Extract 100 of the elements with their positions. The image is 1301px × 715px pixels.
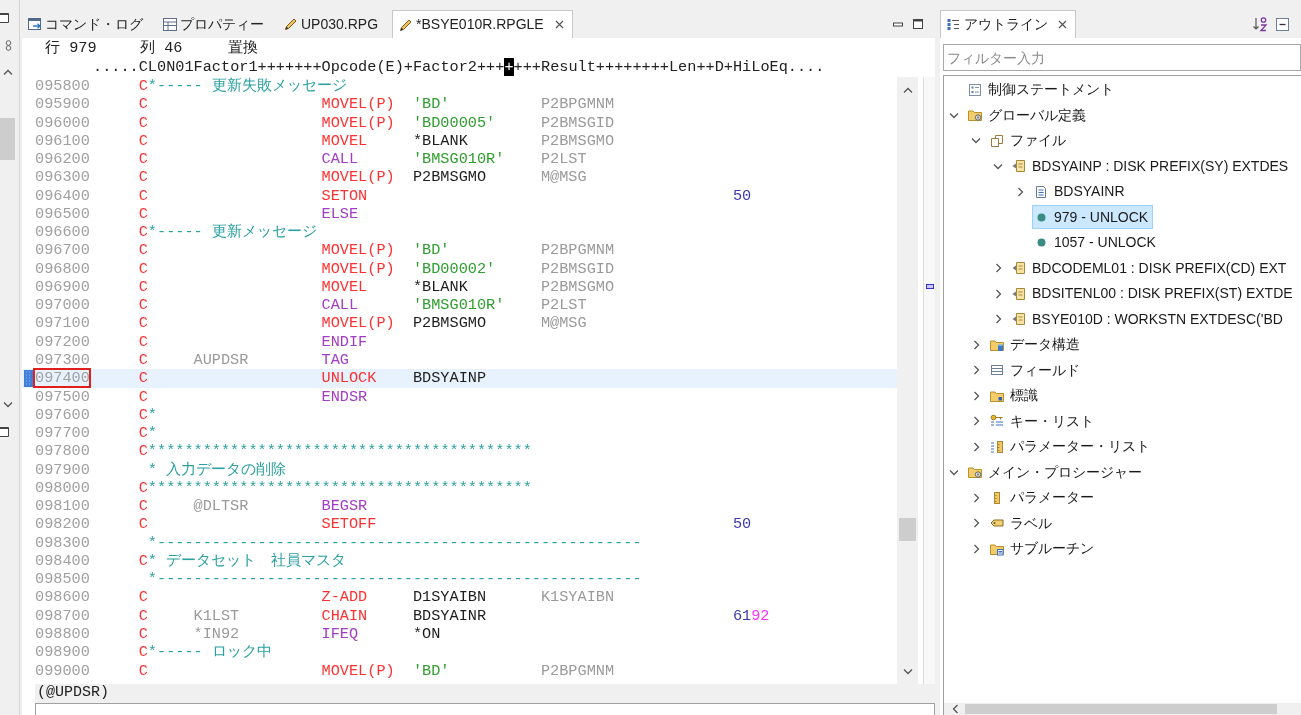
column-ruler: .....CL0N01Factor1+++++++Opcode(E)+Factor2+++++++Result++++++++Len++D+HiLoEq.... — [93, 58, 825, 77]
chevron-right-icon[interactable] — [972, 365, 980, 376]
spec-code: C — [138, 204, 148, 223]
code-factor2: 'BD' — [412, 661, 450, 680]
outline-tab[interactable]: アウトライン — [940, 10, 1076, 38]
tree-item[interactable]: ラベル — [988, 511, 1057, 536]
tree-item[interactable]: 制御ステートメント — [966, 77, 1119, 102]
tree-item[interactable]: ファイル — [988, 128, 1071, 153]
tree-item[interactable]: フィールド — [988, 358, 1085, 383]
chevron-right-icon[interactable] — [994, 314, 1002, 325]
minimize-icon[interactable] — [893, 19, 903, 29]
tree-item[interactable]: メイン・プロシージャー — [966, 460, 1147, 485]
chevron-right-icon[interactable] — [1016, 186, 1024, 197]
collapse-all-icon[interactable] — [1276, 17, 1289, 31]
tree-item[interactable]: データ構造 — [988, 332, 1085, 357]
chevron-down-icon[interactable] — [993, 162, 1003, 170]
code-factor2: 'BD' — [412, 241, 450, 260]
tree-item[interactable]: BDSITENL00 : DISK PREFIX(ST) EXTDE — [1010, 281, 1298, 306]
code-factor1: *IN92 — [193, 624, 240, 643]
chevron-right-icon[interactable] — [972, 339, 980, 350]
console-icon — [28, 17, 42, 31]
dot-icon — [1036, 212, 1046, 222]
file-icon — [1012, 261, 1026, 276]
tree-item[interactable]: 標識 — [988, 383, 1043, 408]
chevron-up-icon[interactable] — [902, 87, 913, 94]
chevron-up-icon[interactable] — [3, 69, 13, 76]
spec-code: C — [138, 588, 148, 607]
spec-code: C — [138, 351, 148, 369]
chevron-left-icon[interactable] — [952, 704, 959, 714]
code-factor2: BDSYAINR — [412, 606, 487, 625]
chevron-right-icon[interactable] — [972, 492, 980, 503]
code-opcode: MOVEL(P) — [321, 113, 395, 132]
editor-tab[interactable]: プロパティー — [157, 10, 278, 38]
chevron-right-icon[interactable] — [994, 288, 1002, 299]
tree-item[interactable]: 979 - UNLOCK — [1032, 205, 1154, 230]
chevron-right-icon[interactable] — [972, 518, 980, 529]
spec-code: C — [138, 424, 148, 443]
code-result: P2BMSGID — [540, 113, 615, 132]
code-result: P2BMSGMO — [540, 131, 615, 150]
line-number: 098500 — [34, 570, 91, 589]
chevron-right-icon[interactable] — [972, 441, 980, 452]
tree-item[interactable]: BDSYAINR — [1032, 179, 1130, 204]
tree-item[interactable]: BSYE010D : WORKSTN EXTDESC('BD — [1010, 307, 1288, 332]
command-field[interactable] — [35, 703, 935, 715]
horizontal-scrollbar[interactable] — [944, 703, 1301, 715]
line-number: 095900 — [34, 95, 91, 114]
tree-item[interactable]: BDSYAINP : DISK PREFIX(SY) EXTDES — [1010, 154, 1294, 179]
restore-icon[interactable] — [0, 12, 10, 24]
tree-item[interactable]: 1057 - UNLOCK — [1032, 230, 1161, 255]
filter-field[interactable]: フィルター入力 — [943, 44, 1301, 71]
sort-icon[interactable] — [1252, 16, 1268, 32]
scrollbar-thumb[interactable] — [899, 518, 916, 541]
tree-item[interactable]: パラメーター・リスト — [988, 434, 1155, 459]
vertical-scrollbar[interactable] — [897, 77, 918, 684]
chevron-down-icon[interactable] — [971, 137, 981, 145]
field-list-icon — [990, 363, 1004, 378]
parameter-list-icon — [990, 439, 1004, 454]
editor-tab[interactable]: UP030.RPG — [278, 10, 393, 38]
line-number: 096400 — [34, 186, 91, 205]
code-comment: *----------------------------------------------------- — [147, 570, 642, 589]
spec-code: C — [138, 606, 148, 625]
record-icon — [1034, 184, 1048, 199]
spec-code: C — [138, 168, 148, 187]
code-factor2: P2BMSGMO — [412, 314, 487, 333]
chevron-right-icon[interactable] — [994, 263, 1002, 274]
tree-item[interactable]: キー・リスト — [988, 409, 1099, 434]
close-icon[interactable] — [554, 20, 564, 29]
folder-document-icon — [990, 541, 1004, 556]
scrollbar-thumb[interactable] — [0, 118, 15, 160]
line-number: 096700 — [34, 241, 91, 260]
restore-icon[interactable] — [0, 426, 10, 438]
spec-code: C — [138, 131, 148, 150]
chevron-right-icon[interactable] — [972, 543, 980, 554]
close-icon[interactable] — [1058, 20, 1067, 29]
tree-item[interactable]: BDCODEML01 : DISK PREFIX(CD) EXT — [1010, 256, 1292, 281]
editor-tab[interactable]: *BSYE010R.RPGLE — [392, 10, 573, 38]
code-result: M@MSG — [540, 168, 587, 187]
chevron-down-icon[interactable] — [902, 668, 913, 675]
spec-code: C — [138, 387, 148, 406]
pages-icon — [990, 133, 1004, 148]
spec-code: C — [138, 77, 148, 95]
chevron-right-icon[interactable] — [972, 416, 980, 427]
line-number: 096000 — [34, 113, 91, 132]
chevron-down-icon[interactable] — [949, 468, 959, 476]
file-icon — [1012, 312, 1026, 327]
code-result: P2BPGMNM — [540, 95, 615, 114]
tree-item[interactable]: パラメーター — [988, 485, 1099, 510]
chevron-right-icon[interactable] — [972, 390, 980, 401]
chevron-down-icon[interactable] — [949, 111, 959, 119]
spec-code: C — [138, 497, 148, 516]
tree-item[interactable]: サブルーチン — [988, 536, 1099, 561]
line-number: 096300 — [34, 168, 91, 187]
line-number: 095800 — [34, 77, 91, 96]
line-number: 098000 — [34, 478, 91, 498]
chevron-down-icon[interactable] — [3, 401, 13, 408]
editor-tab[interactable]: コマンド・ログ — [22, 10, 157, 38]
code-factor2: BDSYAINP — [412, 369, 487, 388]
maximize-icon[interactable] — [913, 19, 923, 29]
scrollbar-thumb[interactable] — [965, 704, 1277, 714]
tree-item[interactable]: グローバル定義 — [966, 103, 1091, 128]
